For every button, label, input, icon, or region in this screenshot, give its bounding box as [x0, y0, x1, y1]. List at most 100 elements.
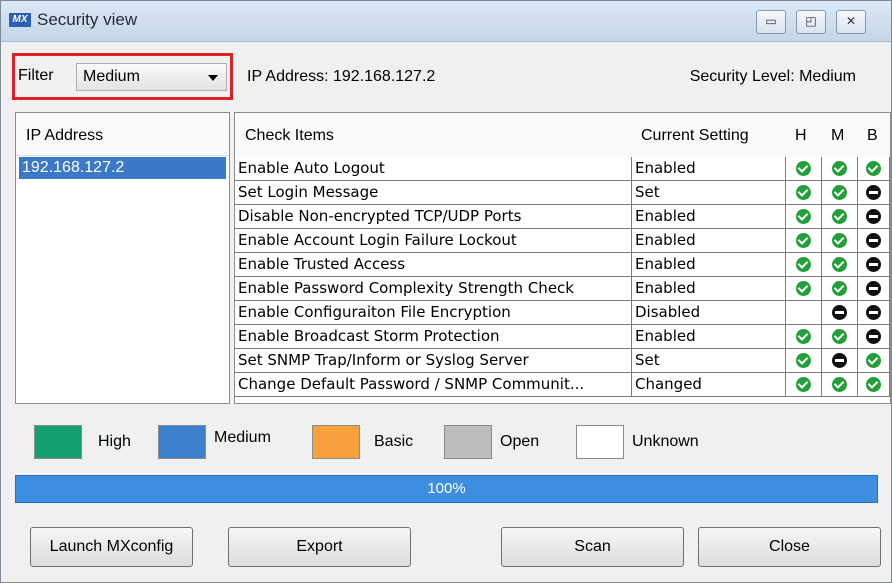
level-h-cell	[786, 205, 822, 229]
progress-bar: 100%	[15, 475, 878, 503]
table-row[interactable]: Disable Non-encrypted TCP/UDP Ports Enabl…	[235, 205, 890, 229]
legend: High Medium Basic Open Unknown	[1, 405, 891, 475]
level-m-cell	[822, 181, 858, 205]
maximize-button[interactable]: ◰	[796, 10, 826, 34]
level-m-cell	[822, 349, 858, 373]
maximize-icon: ◰	[805, 14, 817, 28]
export-button[interactable]: Export	[228, 527, 411, 567]
block-icon	[866, 233, 881, 248]
block-icon	[832, 305, 847, 320]
level-m-cell	[822, 205, 858, 229]
minimize-button[interactable]: ▭	[756, 10, 786, 34]
table-row[interactable]: Enable Broadcast Storm Protection Enabled	[235, 325, 890, 349]
level-h-cell	[786, 373, 822, 397]
level-b-cell	[858, 157, 890, 181]
col-header-m: M	[831, 127, 845, 144]
scan-button[interactable]: Scan	[501, 527, 684, 567]
minimize-icon: ▭	[765, 14, 777, 28]
table-row[interactable]: Enable Auto Logout Enabled	[235, 157, 890, 181]
check-icon	[832, 185, 847, 200]
block-icon	[832, 353, 847, 368]
legend-label-high: High	[98, 433, 131, 450]
table-row[interactable]: Enable Account Login Failure Lockout Enab…	[235, 229, 890, 253]
legend-swatch-medium	[158, 425, 206, 459]
current-setting-cell: Enabled	[632, 205, 786, 229]
legend-label-medium: Medium	[214, 429, 271, 446]
check-icon	[832, 281, 847, 296]
level-b-cell	[858, 253, 890, 277]
legend-label-open: Open	[500, 433, 540, 450]
check-item-cell: Enable Account Login Failure Lockout	[235, 229, 632, 253]
current-setting-cell: Enabled	[632, 157, 786, 181]
current-setting-cell: Set	[632, 181, 786, 205]
check-item-cell: Enable Trusted Access	[235, 253, 632, 277]
current-setting-cell: Set	[632, 349, 786, 373]
level-b-cell	[858, 229, 890, 253]
progress-label: 100%	[427, 480, 466, 497]
legend-swatch-high	[34, 425, 82, 459]
ip-address-list: IP Address 192.168.127.2	[15, 112, 230, 404]
col-header-h: H	[795, 127, 807, 144]
level-h-cell	[786, 325, 822, 349]
launch-mxconfig-button[interactable]: Launch MXconfig	[30, 527, 193, 567]
table-header: Check Items Current Setting H M B	[235, 113, 890, 157]
level-m-cell	[822, 277, 858, 301]
check-icon	[866, 161, 881, 176]
check-icon	[866, 377, 881, 392]
level-b-cell	[858, 205, 890, 229]
close-window-button[interactable]: ✕	[836, 10, 866, 34]
title-bar: MX Security view ▭ ◰ ✕	[1, 1, 891, 42]
table-row[interactable]: Change Default Password / SNMP Communit.…	[235, 373, 890, 397]
col-header-check-items: Check Items	[245, 127, 334, 144]
level-m-cell	[822, 373, 858, 397]
level-m-cell	[822, 157, 858, 181]
check-icon	[796, 233, 811, 248]
table-row[interactable]: Set SNMP Trap/Inform or Syslog Server Set	[235, 349, 890, 373]
check-icon	[796, 329, 811, 344]
current-setting-cell: Changed	[632, 373, 786, 397]
check-icon	[832, 209, 847, 224]
block-icon	[866, 209, 881, 224]
ip-list-item[interactable]: 192.168.127.2	[19, 157, 226, 179]
filter-label: Filter	[18, 67, 54, 84]
check-icon	[796, 161, 811, 176]
table-row[interactable]: Set Login Message Set	[235, 181, 890, 205]
col-header-b: B	[867, 127, 878, 144]
filter-dropdown[interactable]: Medium	[76, 63, 227, 91]
legend-label-basic: Basic	[374, 433, 414, 450]
dropdown-arrow-icon	[208, 75, 218, 81]
check-item-cell: Enable Broadcast Storm Protection	[235, 325, 632, 349]
level-b-cell	[858, 301, 890, 325]
ip-list-header: IP Address	[16, 113, 229, 156]
level-h-cell	[786, 181, 822, 205]
current-setting-cell: Enabled	[632, 277, 786, 301]
level-b-cell	[858, 325, 890, 349]
security-view-window: MX Security view ▭ ◰ ✕ Filter Medium IP …	[0, 0, 892, 583]
level-m-cell	[822, 229, 858, 253]
check-icon	[832, 377, 847, 392]
window-title: Security view	[37, 10, 138, 29]
check-icon	[796, 257, 811, 272]
mx-app-icon: MX	[9, 13, 31, 27]
level-b-cell	[858, 277, 890, 301]
block-icon	[866, 185, 881, 200]
close-button[interactable]: Close	[698, 527, 881, 567]
security-level-heading: Security Level: Medium	[689, 68, 856, 85]
legend-swatch-basic	[312, 425, 360, 459]
legend-swatch-unknown	[576, 425, 624, 459]
level-h-cell	[786, 349, 822, 373]
check-item-cell: Disable Non-encrypted TCP/UDP Ports	[235, 205, 632, 229]
current-setting-cell: Disabled	[632, 301, 786, 325]
block-icon	[866, 257, 881, 272]
legend-label-unknown: Unknown	[632, 433, 699, 450]
col-header-current-setting: Current Setting	[641, 127, 749, 144]
level-b-cell	[858, 349, 890, 373]
table-row[interactable]: Enable Password Complexity Strength Chec…	[235, 277, 890, 301]
check-icon	[796, 353, 811, 368]
check-icon	[866, 353, 881, 368]
table-row[interactable]: Enable Trusted Access Enabled	[235, 253, 890, 277]
level-h-cell	[786, 253, 822, 277]
check-items-table: Check Items Current Setting H M B Enable…	[234, 112, 891, 404]
level-m-cell	[822, 301, 858, 325]
table-row[interactable]: Enable Configuraiton File Encryption Disa…	[235, 301, 890, 325]
